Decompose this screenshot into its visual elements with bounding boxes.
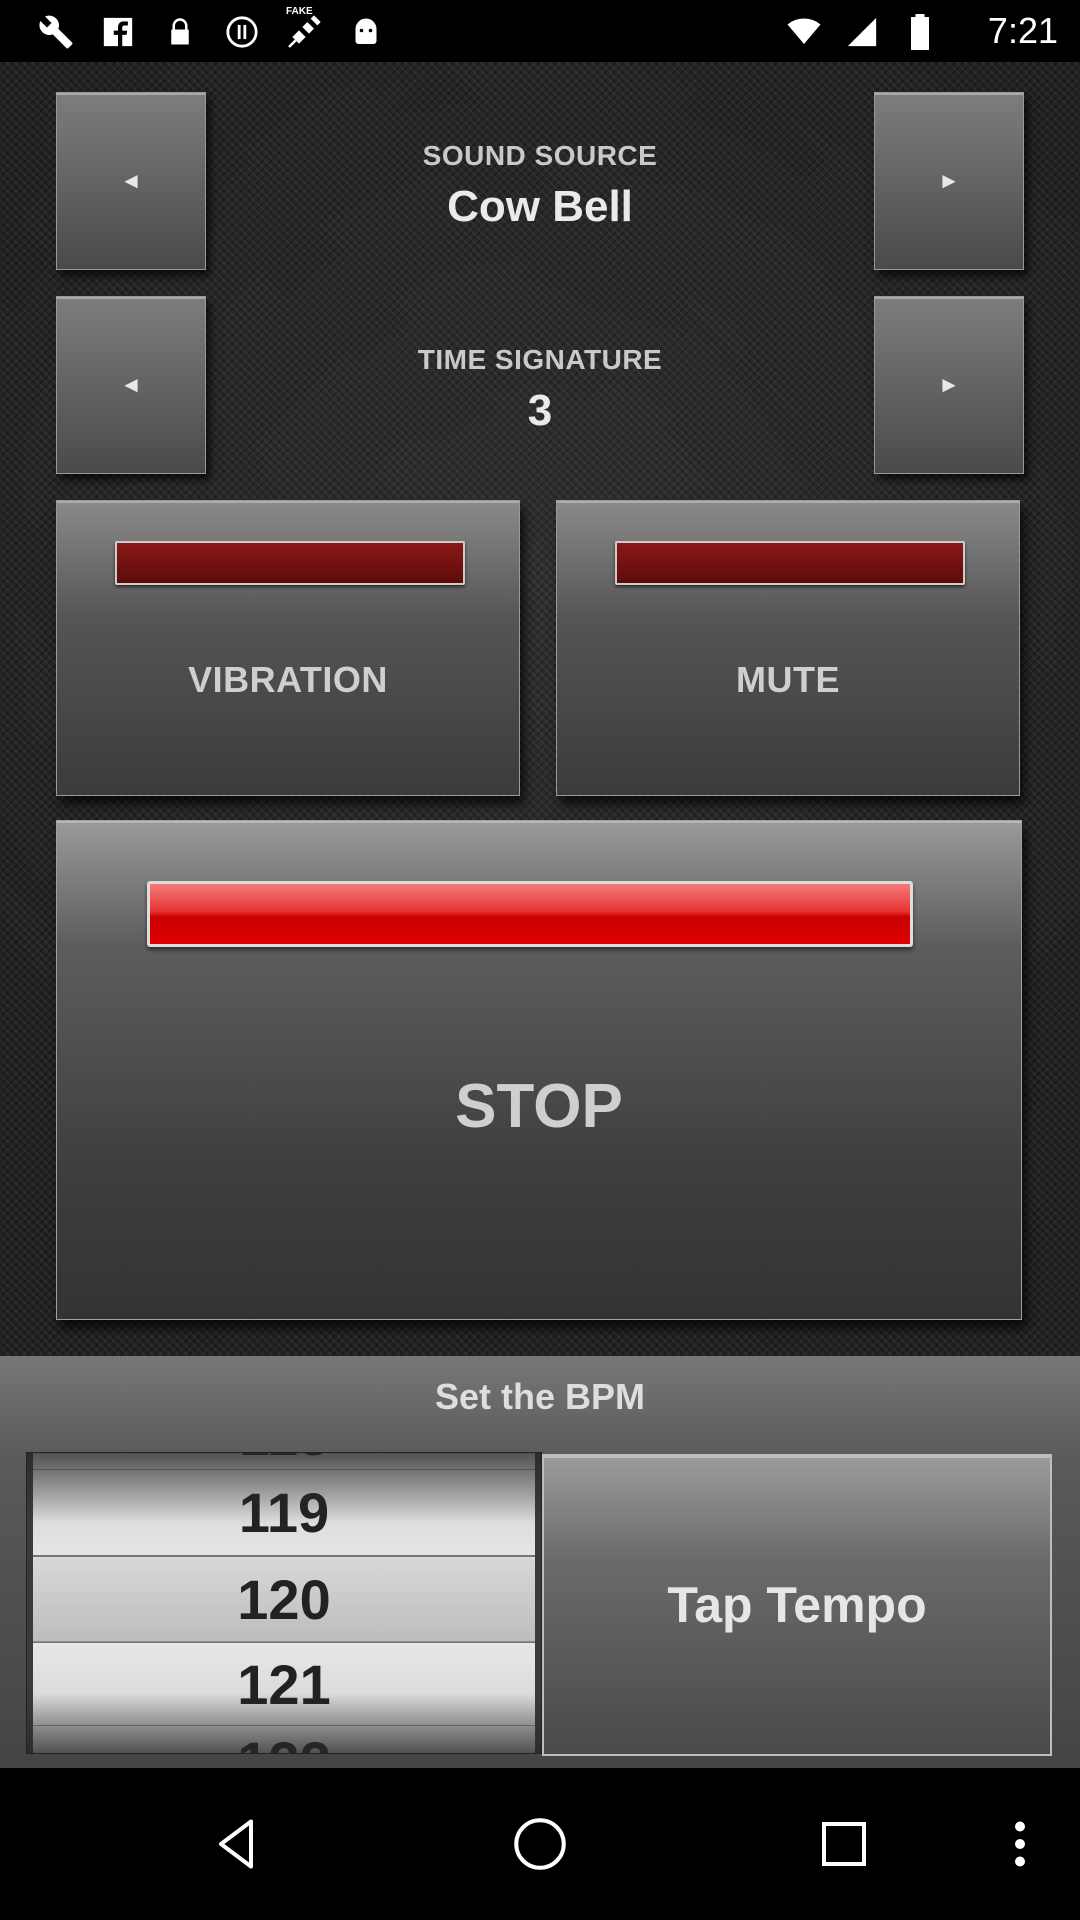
bpm-picker[interactable]: 118 119 120 121 122 xyxy=(26,1452,542,1754)
metronome-panel: ◄ SOUND SOURCE Cow Bell ► ◄ TIME SIGNATU… xyxy=(0,62,1080,1356)
fake-badge: FAKE xyxy=(286,6,313,17)
time-signature-value: 3 xyxy=(527,386,553,435)
status-bar-right-icons xyxy=(784,12,940,52)
more-options-icon[interactable] xyxy=(1000,1814,1040,1874)
navigation-bar xyxy=(0,1768,1080,1920)
vibration-indicator-led xyxy=(115,541,465,585)
sound-source-next-button[interactable]: ► xyxy=(874,92,1024,270)
mute-label: MUTE xyxy=(736,659,840,700)
mute-indicator-led xyxy=(615,541,965,585)
stop-label: STOP xyxy=(455,1072,623,1141)
back-icon[interactable] xyxy=(206,1814,266,1874)
arrow-left-icon: ◄ xyxy=(120,372,142,397)
arrow-left-icon: ◄ xyxy=(120,168,142,193)
wrench-icon xyxy=(36,12,76,52)
mute-toggle-button[interactable]: MUTE xyxy=(556,500,1020,796)
time-signature-label: TIME SIGNATURE xyxy=(417,344,663,375)
sound-source-prev-button[interactable]: ◄ xyxy=(56,92,206,270)
sound-source-label: SOUND SOURCE xyxy=(422,140,658,171)
facebook-icon xyxy=(98,12,138,52)
play-indicator-led xyxy=(147,881,913,947)
pause-circle-icon xyxy=(222,12,262,52)
bpm-title: Set the BPM xyxy=(434,1376,646,1417)
picker-shade-bottom xyxy=(27,1693,541,1753)
bpm-option-selected[interactable]: 120 xyxy=(33,1555,535,1643)
status-bar-left-icons: FAKE xyxy=(36,6,386,52)
vibration-toggle-button[interactable]: VIBRATION xyxy=(56,500,520,796)
signal-icon xyxy=(842,12,882,52)
wifi-icon xyxy=(784,12,824,52)
lock-icon xyxy=(160,12,200,52)
arrow-right-icon: ► xyxy=(938,372,960,397)
battery-icon xyxy=(900,12,940,52)
status-time: 7:21 xyxy=(987,10,1058,51)
home-icon[interactable] xyxy=(510,1814,570,1874)
arrow-right-icon: ► xyxy=(938,168,960,193)
android-icon xyxy=(346,12,386,52)
vibration-label: VIBRATION xyxy=(188,659,388,700)
time-signature-next-button[interactable]: ► xyxy=(874,296,1024,474)
time-signature-prev-button[interactable]: ◄ xyxy=(56,296,206,474)
stop-button[interactable]: STOP xyxy=(56,820,1022,1320)
picker-shade-top xyxy=(27,1453,541,1523)
status-bar: FAKE 7:21 xyxy=(0,0,1080,62)
sound-source-value: Cow Bell xyxy=(447,182,633,231)
tap-tempo-button[interactable]: Tap Tempo xyxy=(542,1454,1052,1756)
bpm-section: Set the BPM 118 119 120 121 122 Tap Temp… xyxy=(0,1356,1080,1768)
recents-icon[interactable] xyxy=(814,1814,874,1874)
satellite-icon: FAKE xyxy=(284,6,324,52)
